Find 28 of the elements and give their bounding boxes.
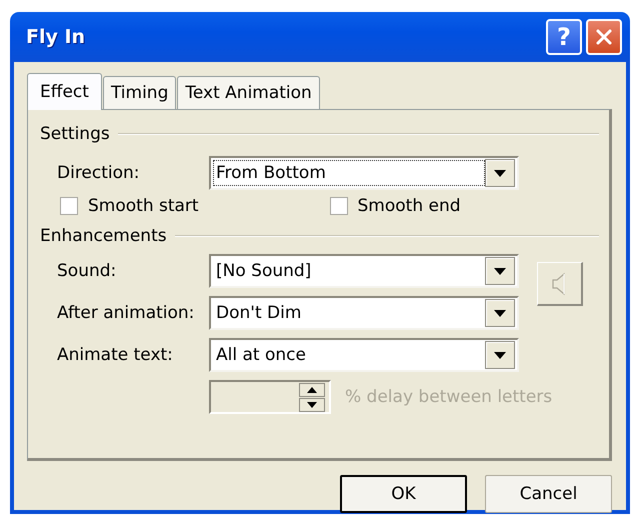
field-label: Animate text: <box>56 345 174 365</box>
spin-down-icon <box>299 398 325 412</box>
window-title: Fly In <box>26 26 86 48</box>
group-heading: Settings <box>40 124 110 144</box>
speaker-icon <box>552 272 568 296</box>
spin-up-icon <box>299 382 325 396</box>
field-label: Direction: <box>56 163 141 183</box>
tab[interactable]: Effect <box>27 73 102 110</box>
dropdown[interactable]: [No Sound] <box>209 254 519 288</box>
play-sound-button[interactable] <box>537 262 583 306</box>
direction-dropdown[interactable]: From Bottom <box>209 156 519 190</box>
cancel-button[interactable]: Cancel <box>485 475 612 513</box>
dropdown[interactable]: Don't Dim <box>209 296 519 330</box>
checkbox-label: Smooth start <box>88 196 199 216</box>
help-button[interactable]: ? <box>546 19 582 55</box>
delay-label: % delay between letters <box>345 387 552 407</box>
checkbox[interactable] <box>60 197 78 215</box>
checkbox-label: Smooth end <box>358 196 461 216</box>
tab[interactable]: Timing <box>102 76 176 109</box>
field-label: After animation: <box>56 303 196 323</box>
checkbox[interactable] <box>330 197 348 215</box>
close-icon <box>595 28 613 46</box>
group-heading: Enhancements <box>40 226 167 246</box>
close-button[interactable] <box>586 19 622 55</box>
dropdown[interactable]: All at once <box>209 338 519 372</box>
tab[interactable]: Text Animation <box>177 76 320 109</box>
field-label: Sound: <box>56 261 118 281</box>
ok-button[interactable]: OK <box>340 475 467 513</box>
